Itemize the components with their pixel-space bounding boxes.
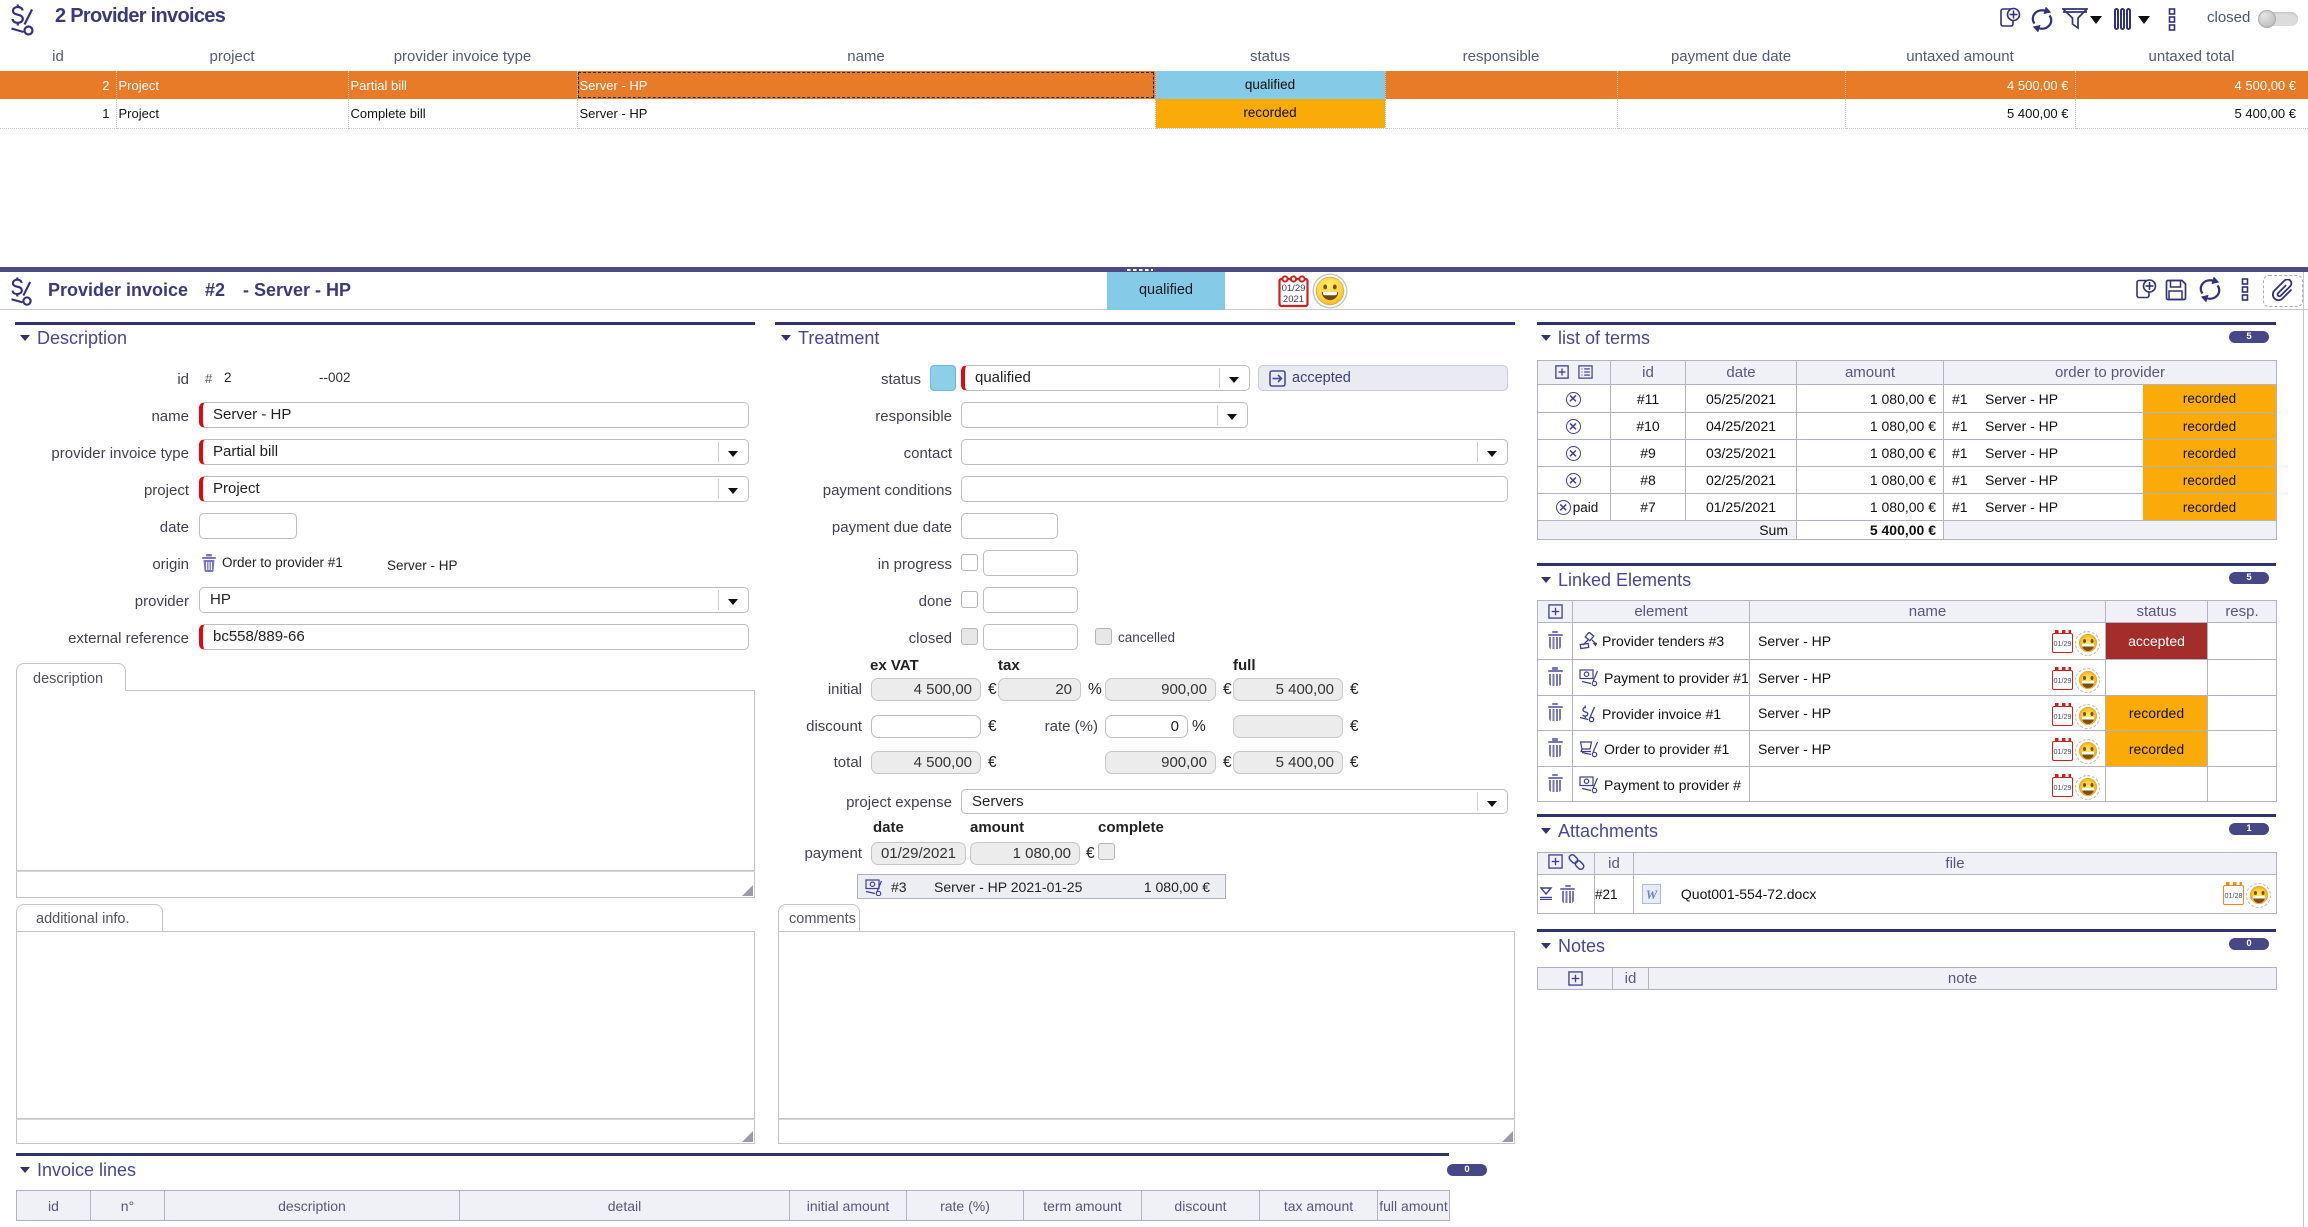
svg-text:01/29: 01/29 [1282,283,1306,294]
svg-text:W: W [1646,887,1659,902]
svg-text:2021: 2021 [1283,294,1304,305]
